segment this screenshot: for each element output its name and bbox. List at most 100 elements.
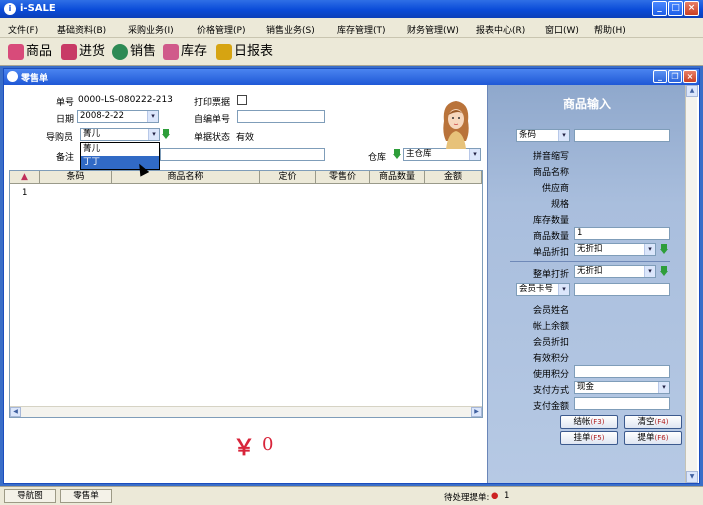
chevron-down-icon[interactable]: ▾ [558,130,569,141]
toolbar: 商品 进货 销售 库存 日报表 [0,38,703,66]
tab-navigation[interactable]: 导航图 [4,489,56,503]
toolbar-inventory-label: 库存 [181,44,208,59]
col-list-price[interactable]: 定价 [260,171,316,184]
menu-basic-data[interactable]: 基础资料(B) [57,23,106,36]
product-name-label: 商品名称 [532,168,569,178]
toolbar-daily-report-button[interactable]: 日报表 [216,43,273,61]
use-points-input[interactable] [574,365,670,378]
maximize-button[interactable]: □ [668,1,683,16]
buyer-select[interactable]: 菁儿 ▾ [80,128,160,141]
date-value: 2008-2-22 [80,111,124,121]
member-type-select[interactable]: 会员卡号 ▾ [516,283,570,296]
menu-price[interactable]: 价格管理(P) [197,23,245,36]
barcode-type-select[interactable]: 条码 ▾ [516,129,570,142]
buyer-value: 菁儿 [83,129,101,139]
inner-close-button[interactable]: × [683,70,697,83]
panel-title: 商品输入 [562,97,611,111]
custom-no-label: 自编单号 [194,115,231,125]
item-discount-apply-icon[interactable] [660,244,668,255]
spec-label: 规格 [550,200,569,210]
item-discount-select[interactable]: 无折扣 ▾ [574,243,656,256]
tab-retail-order[interactable]: 零售单 [60,489,112,503]
col-barcode[interactable]: 条码 [40,171,112,184]
menu-help[interactable]: 帮助(H) [594,23,626,36]
pending-alert-icon: ● [491,491,499,501]
scroll-up-icon[interactable]: ▲ [686,85,698,97]
scroll-down-icon[interactable]: ▼ [686,471,698,483]
custom-no-input[interactable] [237,110,325,123]
order-no-label: 单号 [56,98,75,108]
toolbar-daily-report-label: 日报表 [234,44,274,59]
pay-amount-input[interactable] [574,397,670,410]
col-product-name[interactable]: 商品名称 [112,171,260,184]
inner-minimize-button[interactable]: _ [653,70,667,83]
barcode-type-value: 条码 [519,130,537,140]
pending-orders-label: 待处理提单: [444,493,490,503]
print-receipt-checkbox[interactable] [237,95,247,105]
menu-inventory[interactable]: 库存管理(T) [337,23,386,36]
menu-purchase[interactable]: 采购业务(I) [128,23,174,36]
table-row[interactable]: 1 [22,188,27,198]
clear-button[interactable]: 清空(F4) [624,415,682,429]
col-amount[interactable]: 金额 [425,171,482,184]
toolbar-inventory-button[interactable]: 库存 [163,43,207,61]
member-card-input[interactable] [574,283,670,296]
chevron-down-icon[interactable]: ▾ [644,244,655,255]
buyer-confirm-icon[interactable] [162,129,170,140]
order-discount-apply-icon[interactable] [660,266,668,277]
panel-vertical-scrollbar[interactable]: ▲ ▼ [685,85,698,483]
menu-finance[interactable]: 财务管理(W) [407,23,459,36]
window-icon [7,71,18,82]
payment-method-select[interactable]: 现金 ▾ [574,381,670,394]
sort-indicator-icon[interactable]: ▲ [10,171,40,184]
menu-reports[interactable]: 报表中心(R) [476,23,525,36]
checkout-shortcut: (F3) [590,418,605,426]
date-field[interactable]: 2008-2-22 ▾ [77,110,159,123]
qty-value: 1 [577,228,583,238]
toolbar-goods-button[interactable]: 商品 [8,43,52,61]
minimize-button[interactable]: _ [652,1,667,16]
scroll-right-icon[interactable]: ▶ [471,407,482,417]
menu-file[interactable]: 文件(F) [8,23,38,36]
retrieve-order-label: 提单 [637,433,655,443]
menu-window[interactable]: 窗口(W) [545,23,579,36]
order-discount-select[interactable]: 无折扣 ▾ [574,265,656,278]
chevron-down-icon[interactable]: ▾ [469,149,480,160]
toolbar-sales-label: 销售 [130,44,157,59]
window-title: 零售单 [21,74,49,84]
toolbar-goods-label: 商品 [26,44,53,59]
hold-order-shortcut: (F5) [590,434,605,442]
col-retail-price[interactable]: 零售价 [316,171,370,184]
account-balance-label: 帐上余额 [532,322,569,332]
status-value: 有效 [236,133,255,143]
toolbar-sales-button[interactable]: 销售 [112,43,156,61]
chevron-down-icon[interactable]: ▾ [558,284,569,295]
close-button[interactable]: × [684,1,699,16]
menu-sales[interactable]: 销售业务(S) [266,23,315,36]
warehouse-confirm-icon[interactable] [393,149,401,160]
date-spin-icon[interactable]: ▾ [147,111,158,122]
pay-amount-label: 支付金额 [532,402,569,412]
inner-restore-button[interactable]: ❐ [668,70,682,83]
buyer-option-selected[interactable]: 丁丁 [81,156,159,169]
barcode-input[interactable] [574,129,670,142]
daily-report-icon [216,43,232,60]
col-quantity[interactable]: 商品数量 [370,171,425,184]
warehouse-select[interactable]: 主仓库 ▾ [403,148,481,161]
qty-input[interactable]: 1 [574,227,670,240]
hold-order-button[interactable]: 挂单(F5) [560,431,618,445]
chevron-down-icon[interactable]: ▾ [658,382,669,393]
grid-horizontal-scrollbar[interactable]: ◀ ▶ [10,406,482,417]
remark-input[interactable] [160,148,325,161]
buyer-option[interactable]: 菁儿 [81,143,159,156]
scroll-left-icon[interactable]: ◀ [10,407,21,417]
toolbar-purchase-button[interactable]: 进货 [61,43,105,61]
currency-symbol: ￥ [233,435,256,461]
chevron-down-icon[interactable]: ▾ [644,266,655,277]
retrieve-order-button[interactable]: 提单(F6) [624,431,682,445]
checkout-button[interactable]: 结帐(F3) [560,415,618,429]
chevron-down-icon[interactable]: ▾ [148,129,159,140]
warehouse-label: 仓库 [368,153,387,163]
buyer-dropdown-list: 菁儿 丁丁 [80,142,160,170]
item-discount-label: 单品折扣 [532,248,569,258]
